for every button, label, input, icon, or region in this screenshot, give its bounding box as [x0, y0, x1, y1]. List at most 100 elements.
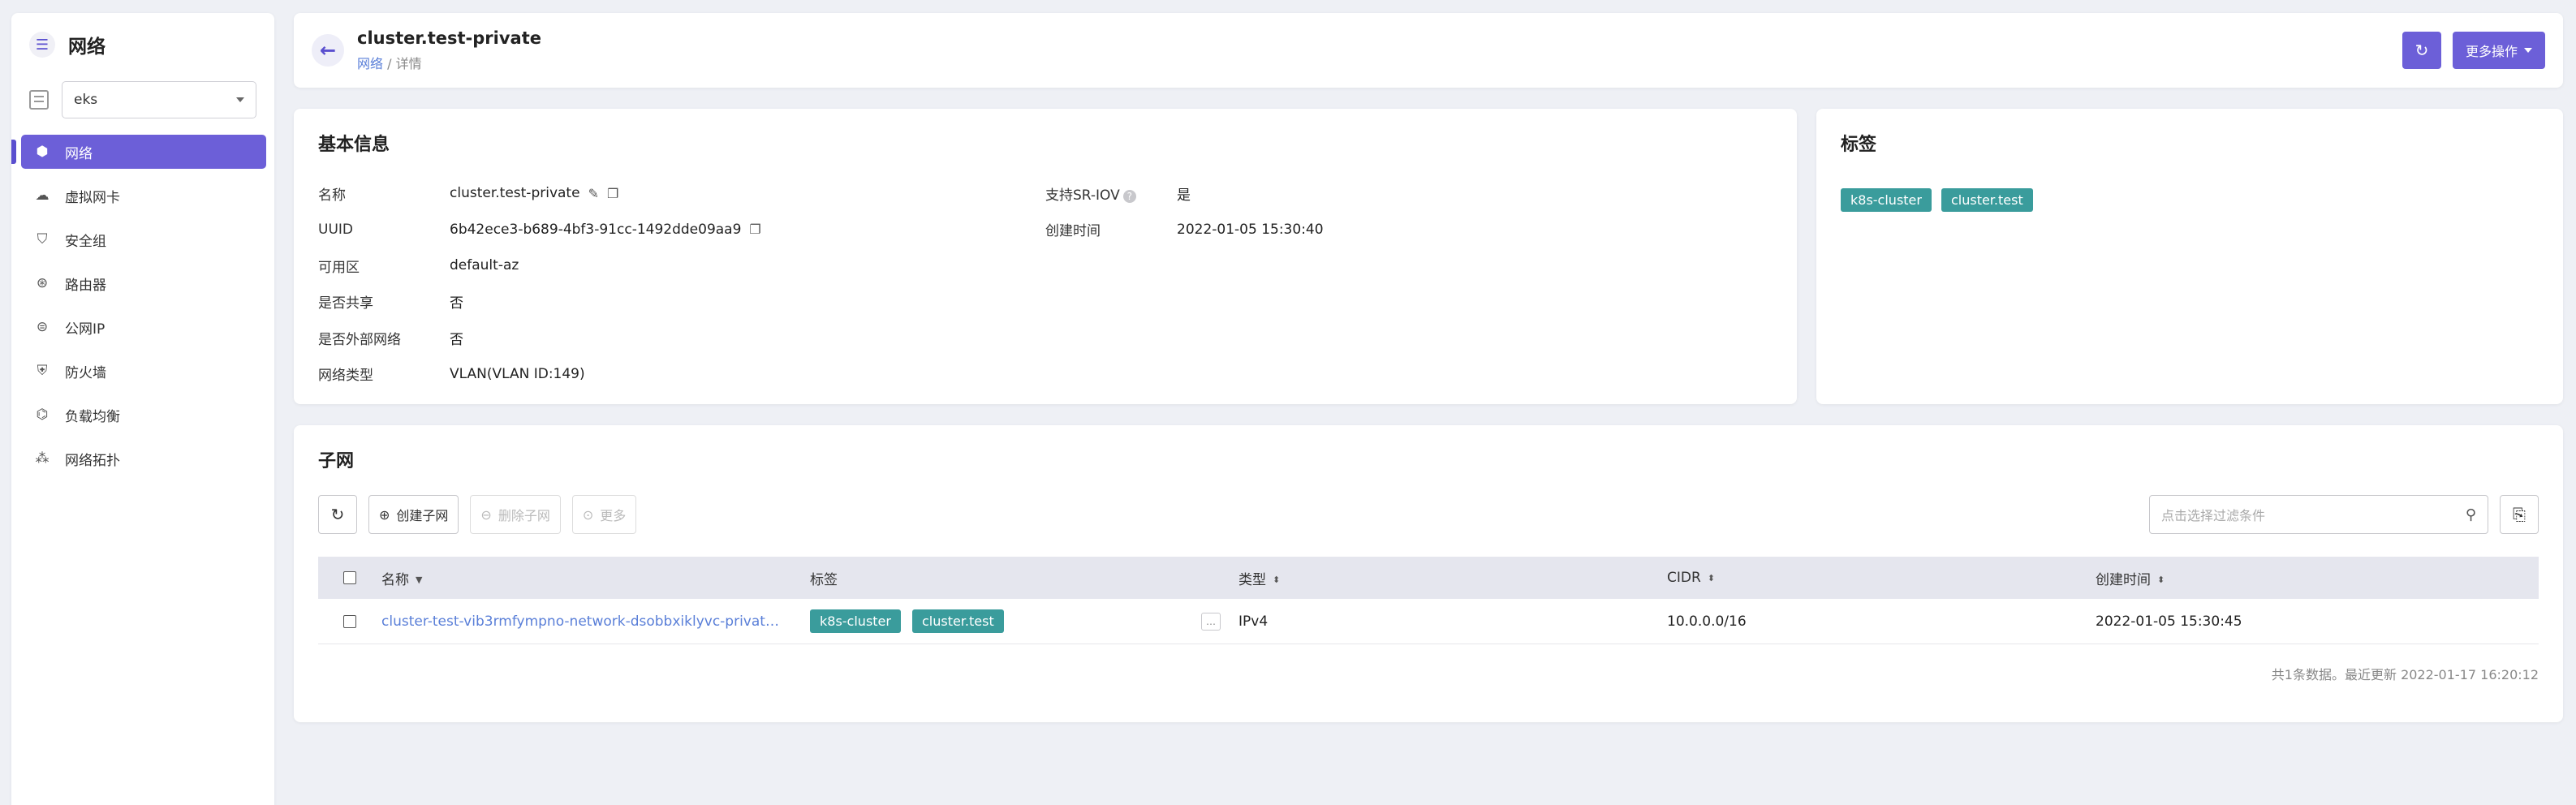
basic-info-card: 基本信息 名称 cluster.test-private ✎ ❐ UUID 6b…: [294, 109, 1797, 404]
sidebar-item-label: 安全组: [65, 233, 106, 250]
tags-title: 标签: [1841, 135, 1877, 155]
export-button[interactable]: ⎘: [2500, 495, 2539, 534]
refresh-button[interactable]: ↻: [2402, 32, 2441, 69]
column-label: CIDR: [1667, 570, 1701, 586]
column-header-created[interactable]: 创建时间 ⬍: [2096, 568, 2539, 588]
column-label: 名称: [381, 571, 409, 588]
info-value: 2022-01-05 15:30:40: [1177, 221, 1324, 238]
router-icon: ⊛: [36, 275, 49, 291]
menu-icon[interactable]: ☰: [29, 32, 55, 58]
cell-type: IPv4: [1238, 613, 1269, 630]
subnet-refresh-button[interactable]: ↻: [318, 495, 357, 534]
cell-name: cluster-test-vib3rmfympno-network-dsobbx…: [381, 613, 810, 630]
project-icon: [29, 90, 49, 110]
sidebar-item-security-group[interactable]: ⛉ 安全组: [21, 222, 266, 256]
project-row: eks: [11, 76, 274, 135]
sort-icon[interactable]: ⬍: [2157, 575, 2165, 585]
create-subnet-label: 创建子网: [396, 508, 449, 523]
column-label: 创建时间: [2096, 571, 2151, 588]
row-check-cell: [318, 614, 381, 628]
cell-created: 2022-01-05 15:30:45: [2096, 613, 2242, 630]
sidebar-item-firewall[interactable]: ⛨ 防火墙: [21, 354, 266, 388]
filter-search-input[interactable]: 点击选择过滤条件 ⚲: [2149, 495, 2488, 534]
tag-list: k8s-cluster cluster.test: [1841, 188, 2539, 212]
sidebar: ☰ 网络 eks ⬢ 网络 ☁ 虚拟网卡 ⛉ 安全组 ⊛ 路由器 ⊜ 公网IP: [11, 13, 274, 805]
load-balancer-icon: ⌬: [36, 407, 49, 423]
more-actions-button[interactable]: 更多操作: [2452, 32, 2545, 69]
tag-badge: cluster.test: [911, 609, 1004, 633]
breadcrumb-link-network[interactable]: 网络: [357, 56, 383, 71]
sort-icon[interactable]: ⬍: [1273, 575, 1280, 585]
edit-icon[interactable]: ✎: [588, 186, 599, 201]
info-row-created: 创建时间 2022-01-05 15:30:40: [1045, 212, 1773, 248]
copy-icon[interactable]: ❐: [607, 186, 618, 201]
project-select-value: eks: [74, 92, 98, 108]
sidebar-item-vnic[interactable]: ☁ 虚拟网卡: [21, 179, 266, 213]
project-select[interactable]: eks: [62, 81, 256, 118]
copy-icon[interactable]: ❐: [749, 222, 760, 237]
info-value: default-az: [450, 257, 519, 274]
row-checkbox[interactable]: [343, 614, 356, 628]
info-label: 是否外部网络: [318, 331, 401, 348]
column-header-type[interactable]: 类型 ⬍: [1238, 568, 1667, 588]
public-ip-icon: ⊜: [36, 319, 49, 335]
sidebar-title: 网络: [68, 37, 106, 58]
refresh-icon: ↻: [2414, 41, 2429, 60]
back-arrow-icon[interactable]: ←: [312, 34, 344, 67]
info-row-name: 名称 cluster.test-private ✎ ❐: [318, 175, 1045, 212]
network-icon: ⬢: [36, 144, 49, 160]
sidebar-item-label: 路由器: [65, 277, 106, 294]
sidebar-item-public-ip[interactable]: ⊜ 公网IP: [21, 310, 266, 344]
info-value: 否: [450, 331, 463, 348]
more-button[interactable]: ⊙ 更多: [571, 495, 637, 534]
subnet-card: 子网 ↻ ⊕ 创建子网 ⊖ 删除子网 ⊙ 更多 点击选择过滤条件 ⚲ ⎘ 名称 ▼…: [294, 425, 2563, 722]
info-row-sriov: 支持SR-IOV? 是: [1045, 175, 1773, 212]
uuid-value: 6b42ece3-b689-4bf3-91cc-1492dde09aa9: [450, 221, 742, 238]
tags-card: 标签 k8s-cluster cluster.test: [1816, 109, 2563, 404]
column-header-name[interactable]: 名称 ▼: [381, 568, 810, 588]
info-row-az: 可用区 default-az: [318, 248, 1045, 284]
subnet-title: 子网: [318, 451, 355, 471]
subnet-table: 名称 ▼ 标签 类型 ⬍ CIDR ⬍ 创建时间 ⬍ cluster-test-vib3…: [318, 557, 2539, 644]
subnet-name-link[interactable]: cluster-test-vib3rmfympno-network-dsobbx…: [381, 613, 784, 630]
sidebar-item-topology[interactable]: ⁂ 网络拓扑: [21, 441, 266, 476]
sort-icon[interactable]: ⬍: [1708, 573, 1715, 583]
info-value: 6b42ece3-b689-4bf3-91cc-1492dde09aa9 ❐: [450, 222, 761, 238]
column-header-tags: 标签: [810, 568, 1238, 588]
help-icon[interactable]: ?: [1122, 189, 1136, 203]
sidebar-item-label: 负载均衡: [65, 408, 120, 425]
column-header-cidr[interactable]: CIDR ⬍: [1667, 570, 2096, 586]
title-block: cluster.test-private 网络 / 详情: [357, 28, 541, 72]
more-actions-label: 更多操作: [2465, 44, 2518, 59]
search-placeholder: 点击选择过滤条件: [2161, 508, 2266, 523]
tag-badge: k8s-cluster: [1841, 188, 1932, 212]
delete-subnet-label: 删除子网: [498, 508, 550, 523]
info-value: cluster.test-private ✎ ❐: [450, 185, 618, 201]
minus-circle-icon: ⊖: [480, 506, 492, 523]
tags-expand-button[interactable]: …: [1201, 612, 1221, 631]
info-row-uuid: UUID 6b42ece3-b689-4bf3-91cc-1492dde09aa…: [318, 212, 1045, 248]
cell-cidr: 10.0.0.0/16: [1667, 613, 1747, 630]
sidebar-item-load-balancer[interactable]: ⌬ 负载均衡: [21, 398, 266, 432]
basic-info-grid: 名称 cluster.test-private ✎ ❐ UUID 6b42ece…: [318, 175, 1773, 392]
search-icon[interactable]: ⚲: [2466, 506, 2476, 523]
sidebar-item-router[interactable]: ⊛ 路由器: [21, 266, 266, 300]
more-label: 更多: [600, 508, 627, 523]
header-actions: ↻ 更多操作: [2402, 32, 2545, 69]
sriov-label-text: 支持SR-IOV: [1045, 187, 1120, 204]
delete-subnet-button[interactable]: ⊖ 删除子网: [470, 495, 561, 534]
create-subnet-button[interactable]: ⊕ 创建子网: [368, 495, 459, 534]
network-name-value: cluster.test-private: [450, 185, 580, 202]
sidebar-item-label: 虚拟网卡: [65, 189, 120, 206]
firewall-icon: ⛨: [37, 363, 48, 379]
sort-desc-icon[interactable]: ▼: [416, 575, 422, 585]
sidebar-item-network[interactable]: ⬢ 网络: [11, 135, 266, 169]
tag-badge: cluster.test: [1941, 188, 2033, 212]
basic-info-title: 基本信息: [318, 135, 390, 155]
security-group-icon: ⛉: [37, 231, 48, 248]
table-footer-status: 共1条数据。最近更新 2022-01-17 16:20:12: [2271, 667, 2539, 682]
more-circle-icon: ⊙: [582, 506, 594, 523]
subnet-toolbar: ↻ ⊕ 创建子网 ⊖ 删除子网 ⊙ 更多 点击选择过滤条件 ⚲ ⎘: [318, 495, 2539, 534]
select-all-checkbox[interactable]: [343, 571, 356, 584]
info-value: VLAN(VLAN ID:149): [450, 365, 585, 382]
